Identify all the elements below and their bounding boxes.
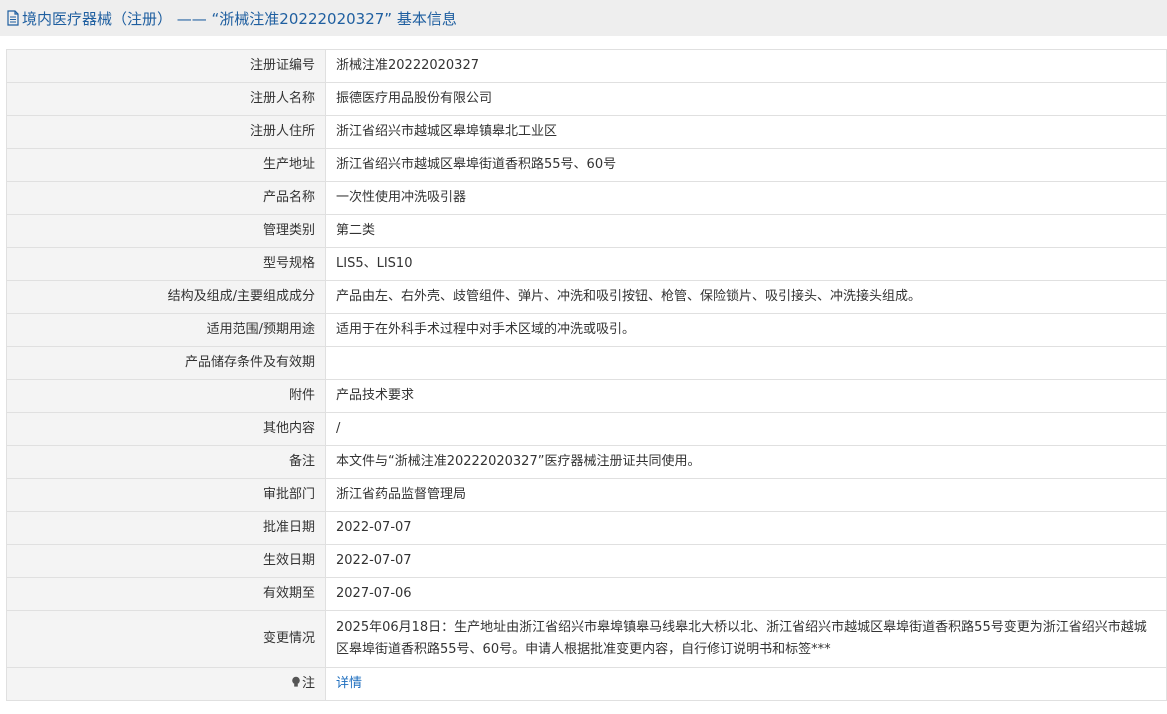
- field-value: 浙江省药品监督管理局: [325, 478, 1167, 512]
- field-value: /: [325, 412, 1167, 446]
- document-icon: [6, 10, 20, 26]
- table-row: 变更情况 2025年06月18日：生产地址由浙江省绍兴市皋埠镇皋马线皋北大桥以北、…: [6, 610, 1167, 668]
- table-row: 批准日期 2022-07-07: [6, 511, 1167, 545]
- field-label: 型号规格: [6, 247, 326, 281]
- field-label: 产品储存条件及有效期: [6, 346, 326, 380]
- table-row: 生效日期 2022-07-07: [6, 544, 1167, 578]
- table-row: 其他内容 /: [6, 412, 1167, 446]
- field-label: 审批部门: [6, 478, 326, 512]
- field-value: 2025年06月18日：生产地址由浙江省绍兴市皋埠镇皋马线皋北大桥以北、浙江省绍…: [325, 610, 1167, 668]
- field-label: 有效期至: [6, 577, 326, 611]
- field-label: 生产地址: [6, 148, 326, 182]
- field-value: 振德医疗用品股份有限公司: [325, 82, 1167, 116]
- field-label: 备注: [6, 445, 326, 479]
- table-row: 注册人名称 振德医疗用品股份有限公司: [6, 82, 1167, 116]
- table-row: 附件 产品技术要求: [6, 379, 1167, 413]
- field-value: 2022-07-07: [325, 544, 1167, 578]
- field-label: 注册证编号: [6, 49, 326, 83]
- field-label: 变更情况: [6, 610, 326, 668]
- table-row: 型号规格 LIS5、LIS10: [6, 247, 1167, 281]
- field-label: 结构及组成/主要组成成分: [6, 280, 326, 314]
- field-value: 第二类: [325, 214, 1167, 248]
- field-value: 浙江省绍兴市越城区皋埠镇皋北工业区: [325, 115, 1167, 149]
- table-row: 管理类别 第二类: [6, 214, 1167, 248]
- table-row: 注册人住所 浙江省绍兴市越城区皋埠镇皋北工业区: [6, 115, 1167, 149]
- table-row: 生产地址 浙江省绍兴市越城区皋埠街道香积路55号、60号: [6, 148, 1167, 182]
- table-row: 产品储存条件及有效期: [6, 346, 1167, 380]
- field-label: 管理类别: [6, 214, 326, 248]
- field-value: 适用于在外科手术过程中对手术区域的冲洗或吸引。: [325, 313, 1167, 347]
- note-value-cell: 详情: [325, 667, 1167, 701]
- lightbulb-icon: [291, 674, 301, 687]
- table-row: 适用范围/预期用途 适用于在外科手术过程中对手术区域的冲洗或吸引。: [6, 313, 1167, 347]
- table-row: 审批部门 浙江省药品监督管理局: [6, 478, 1167, 512]
- field-value: 产品技术要求: [325, 379, 1167, 413]
- field-value: 2027-07-06: [325, 577, 1167, 611]
- info-table: 注册证编号 浙械注准20222020327 注册人名称 振德医疗用品股份有限公司 注册人…: [6, 49, 1167, 701]
- field-value: 2022-07-07: [325, 511, 1167, 545]
- note-label: 注: [301, 676, 315, 691]
- details-link[interactable]: 详情: [336, 676, 362, 691]
- table-row: 注册证编号 浙械注准20222020327: [6, 49, 1167, 83]
- field-label: 适用范围/预期用途: [6, 313, 326, 347]
- field-label: 产品名称: [6, 181, 326, 215]
- field-value: 产品由左、右外壳、歧管组件、弹片、冲洗和吸引按钮、枪管、保险锁片、吸引接头、冲洗…: [325, 280, 1167, 314]
- field-label: 其他内容: [6, 412, 326, 446]
- field-label: 注册人住所: [6, 115, 326, 149]
- table-row: 产品名称 一次性使用冲洗吸引器: [6, 181, 1167, 215]
- info-table-container: 注册证编号 浙械注准20222020327 注册人名称 振德医疗用品股份有限公司 注册人…: [6, 49, 1167, 701]
- table-row: 备注 本文件与“浙械注准20222020327”医疗器械注册证共同使用。: [6, 445, 1167, 479]
- page-title: 境内医疗器械（注册） —— “浙械注准20222020327” 基本信息: [0, 0, 1167, 36]
- field-value: [325, 346, 1167, 380]
- table-row: 有效期至 2027-07-06: [6, 577, 1167, 611]
- field-value: 浙械注准20222020327: [325, 49, 1167, 83]
- field-value: 浙江省绍兴市越城区皋埠街道香积路55号、60号: [325, 148, 1167, 182]
- field-label: 附件: [6, 379, 326, 413]
- table-row: 结构及组成/主要组成成分 产品由左、右外壳、歧管组件、弹片、冲洗和吸引按钮、枪管、…: [6, 280, 1167, 314]
- field-label: 生效日期: [6, 544, 326, 578]
- field-value: 一次性使用冲洗吸引器: [325, 181, 1167, 215]
- field-label: 批准日期: [6, 511, 326, 545]
- field-value: 本文件与“浙械注准20222020327”医疗器械注册证共同使用。: [325, 445, 1167, 479]
- table-row-note: 注 详情: [6, 667, 1167, 701]
- note-label-cell: 注: [6, 667, 326, 701]
- field-label: 注册人名称: [6, 82, 326, 116]
- page-title-text: 境内医疗器械（注册） —— “浙械注准20222020327” 基本信息: [22, 9, 457, 28]
- field-value: LIS5、LIS10: [325, 247, 1167, 281]
